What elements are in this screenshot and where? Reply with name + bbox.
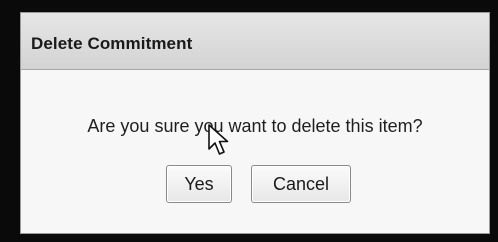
yes-button[interactable]: Yes: [166, 165, 232, 203]
cancel-button[interactable]: Cancel: [251, 165, 351, 203]
mouse-pointer-icon: [208, 124, 229, 155]
dialog-titlebar: Delete Commitment: [21, 13, 489, 70]
dialog-title: Delete Commitment: [31, 34, 193, 53]
screenshot-frame: Delete Commitment Are you sure you want …: [0, 0, 498, 242]
confirmation-message: Are you sure you want to delete this ite…: [87, 116, 423, 136]
delete-commitment-dialog: Delete Commitment Are you sure you want …: [20, 12, 490, 234]
dialog-body: Are you sure you want to delete this ite…: [21, 70, 489, 233]
